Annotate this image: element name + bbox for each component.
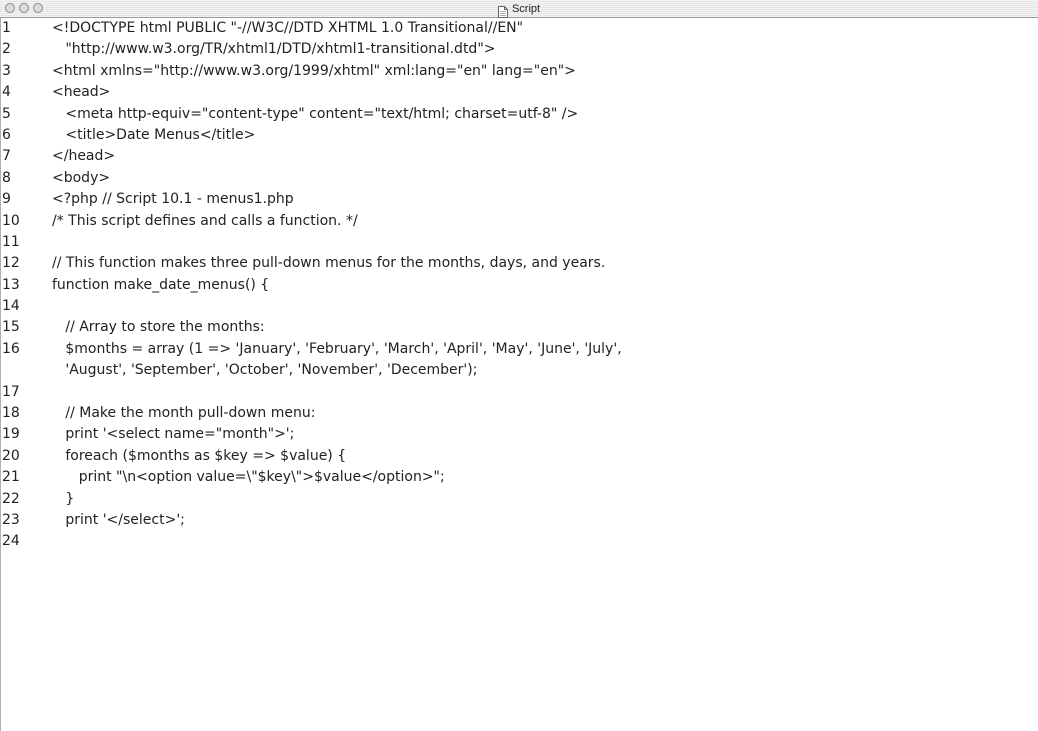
code-line: 7 </head>	[0, 146, 1038, 167]
line-number: 22	[2, 490, 20, 507]
code-area: 1 <!DOCTYPE html PUBLIC "-//W3C//DTD XHTM…	[0, 18, 1038, 731]
code-line: 17	[0, 382, 1038, 403]
code-text: <!DOCTYPE html PUBLIC "-//W3C//DTD XHTML…	[52, 20, 524, 36]
line-number: 4	[2, 84, 11, 101]
code-line: 1 <!DOCTYPE html PUBLIC "-//W3C//DTD XHTM…	[0, 18, 1038, 39]
code-text: // Array to store the months:	[52, 319, 265, 336]
line-number: 20	[2, 447, 20, 464]
code-line: 21 print "\n<option value=\"$key\">$valu…	[0, 467, 1038, 488]
code-line: 6 <title>Date Menus</title>	[0, 125, 1038, 146]
code-text: print '<select name="month">';	[52, 426, 295, 443]
line-number: 11	[2, 233, 20, 250]
line-number: 12	[2, 255, 20, 272]
code-line: 2 "http://www.w3.org/TR/xhtml1/DTD/xhtml…	[0, 39, 1038, 60]
code-line: 4 <head>	[0, 82, 1038, 103]
code-text: <?php // Script 10.1 - menus1.php	[52, 191, 294, 208]
code-line: 3 <html xmlns="http://www.w3.org/1999/xht…	[0, 61, 1038, 82]
window-title-group: Script	[0, 1, 1038, 18]
code-line: 19 print '<select name="month">';	[0, 424, 1038, 445]
code-text: $months = array (1 => 'January', 'Februa…	[65, 340, 622, 379]
line-number: 21	[2, 469, 20, 486]
line-number: 9	[2, 191, 11, 208]
code-text: function make_date_menus() {	[52, 276, 270, 293]
line-number: 14	[2, 298, 20, 315]
line-number: 18	[2, 405, 20, 422]
code-line: 16 $months = array (1 => 'January', 'Feb…	[0, 339, 1038, 382]
code-text: <html xmlns="http://www.w3.org/1999/xhtm…	[52, 62, 576, 79]
code-line: 22 }	[0, 489, 1038, 510]
code-line: 13 function make_date_menus() {	[0, 275, 1038, 296]
code-text: print '</select>';	[52, 512, 185, 528]
code-text: "http://www.w3.org/TR/xhtml1/DTD/xhtml1-…	[52, 41, 496, 58]
code-line: 20 foreach ($months as $key => $value) {	[0, 446, 1038, 467]
code-line: 11	[0, 232, 1038, 253]
code-text: // Make the month pull-down menu:	[52, 405, 316, 422]
window-title: Script	[511, 3, 541, 15]
code-line: 12 // This function makes three pull-down…	[0, 253, 1038, 274]
code-text: }	[52, 490, 75, 507]
code-text: <head>	[52, 84, 111, 101]
line-number: 2	[2, 41, 11, 58]
line-number: 13	[2, 276, 20, 293]
line-number: 6	[2, 126, 11, 143]
code-text: print "\n<option value=\"$key\">$value</…	[52, 469, 445, 486]
code-line: 18 // Make the month pull-down menu:	[0, 403, 1038, 424]
line-number: 24	[2, 533, 20, 550]
code-text: foreach ($months as $key => $value) {	[52, 447, 347, 464]
line-number: 3	[2, 62, 11, 79]
line-number: 19	[2, 426, 20, 443]
code-line: 15 // Array to store the months:	[0, 317, 1038, 338]
title-bar: Script	[0, 0, 1038, 18]
code-line: 5 <meta http-equiv="content-type" conten…	[0, 104, 1038, 125]
code-text: <body>	[52, 169, 111, 186]
code-line: 10 /* This script defines and calls a fun…	[0, 211, 1038, 232]
code-line: 23 print '</select>';	[0, 510, 1038, 531]
code-text: <title>Date Menus</title>	[52, 126, 256, 143]
line-number: 17	[2, 383, 20, 400]
code-line: 14	[0, 296, 1038, 317]
code-text: </head>	[52, 148, 116, 165]
document-icon	[497, 3, 508, 18]
line-number: 5	[2, 105, 11, 122]
line-number: 8	[2, 169, 11, 186]
code-text: // This function makes three pull-down m…	[52, 255, 606, 272]
line-number: 16	[2, 340, 20, 357]
editor-window: Script 1 <!DOCTYPE html PUBLIC "-//W3C//D…	[0, 0, 1038, 731]
line-number: 7	[2, 148, 11, 165]
code-line: 8 <body>	[0, 168, 1038, 189]
line-number: 10	[2, 212, 20, 229]
line-number: 1	[2, 20, 11, 36]
code-text: <meta http-equiv="content-type" content=…	[52, 105, 579, 122]
code-text: /* This script defines and calls a funct…	[52, 212, 358, 229]
code-line: 9 <?php // Script 10.1 - menus1.php	[0, 189, 1038, 210]
code-line: 24	[0, 531, 1038, 552]
line-number: 15	[2, 319, 20, 336]
line-number: 23	[2, 512, 20, 528]
